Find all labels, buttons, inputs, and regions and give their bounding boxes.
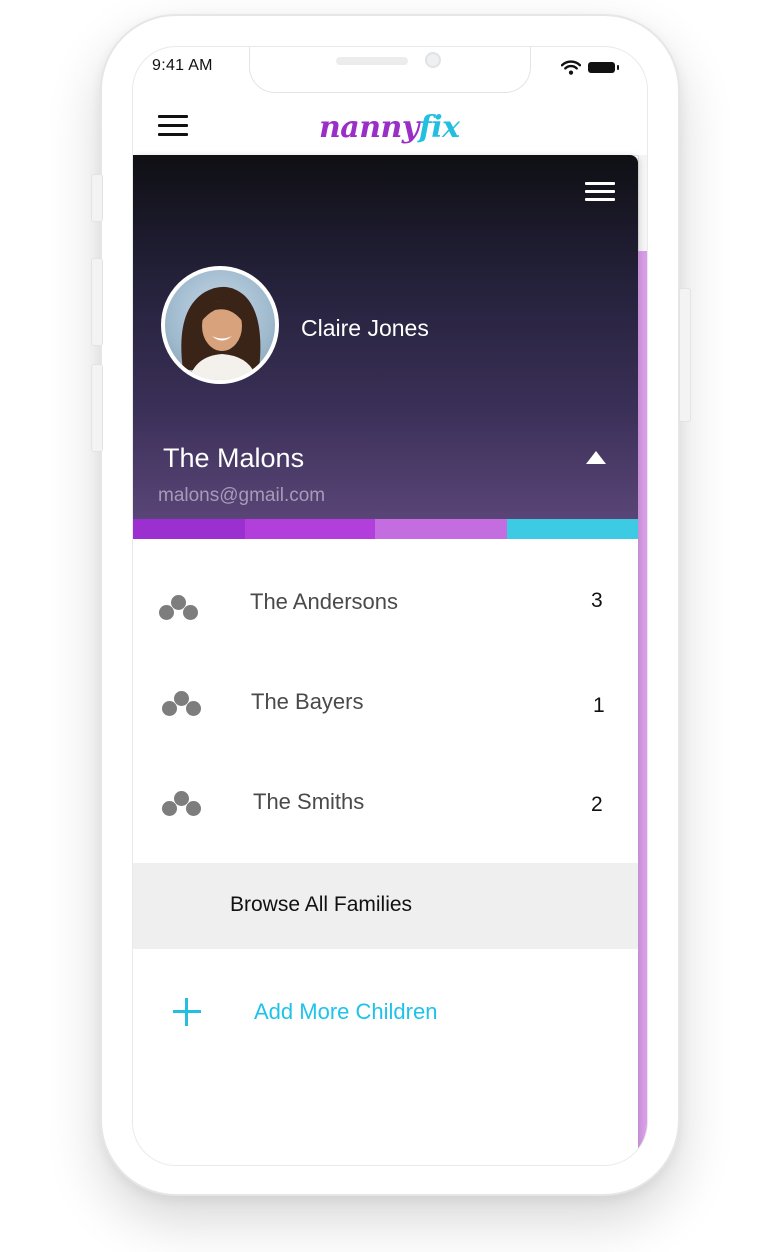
add-more-children-button[interactable]: Add More Children: [133, 981, 638, 1051]
avatar[interactable]: [161, 266, 279, 384]
current-family-name: The Malons: [163, 443, 305, 473]
navigation-drawer: Claire Jones The Malons malons@gmail.com…: [133, 155, 638, 1165]
family-group-icon: [162, 791, 204, 821]
notch: [249, 47, 531, 93]
speaker: [336, 57, 408, 65]
family-group-icon: [159, 595, 201, 625]
add-more-children-label: Add More Children: [254, 999, 438, 1024]
hamburger-menu-icon[interactable]: [158, 115, 188, 137]
user-name: Claire Jones: [301, 315, 429, 341]
color-segment: [375, 519, 507, 539]
battery-icon: [588, 62, 619, 73]
family-count: 2: [591, 793, 603, 816]
plus-icon: [173, 998, 201, 1026]
power-button: [679, 288, 691, 422]
screen: 9:41 AM nannyfix Claire Jones The Malons…: [132, 46, 648, 1166]
browse-all-families-button[interactable]: Browse All Families: [133, 863, 638, 949]
wifi-icon: [561, 60, 581, 75]
caret-up-icon[interactable]: [586, 451, 606, 464]
family-label: The Andersons: [250, 589, 398, 614]
color-segment: [507, 519, 638, 539]
family-label: The Bayers: [251, 689, 364, 714]
color-bar: [133, 519, 638, 539]
color-segment: [245, 519, 375, 539]
background-page-content: [638, 251, 647, 1165]
avatar-photo: [181, 286, 261, 380]
volume-down-button: [91, 364, 103, 452]
front-camera: [425, 52, 441, 68]
nannyfix-logo: nannyfix: [319, 110, 460, 145]
volume-up-button: [91, 258, 103, 346]
browse-all-families-label: Browse All Families: [230, 893, 413, 916]
family-row-andersons[interactable]: The Andersons 3: [133, 545, 638, 645]
family-row-bayers[interactable]: The Bayers 1: [133, 645, 638, 745]
status-time: 9:41 AM: [152, 57, 213, 74]
app-bar: nannyfix: [133, 103, 647, 156]
family-count: 3: [591, 589, 603, 612]
background-page-header: [638, 155, 647, 251]
family-count: 1: [593, 694, 605, 717]
drawer-header: Claire Jones The Malons malons@gmail.com: [133, 155, 638, 519]
family-group-icon: [162, 691, 204, 721]
drawer-menu-icon[interactable]: [585, 182, 615, 204]
family-row-smiths[interactable]: The Smiths 2: [133, 745, 638, 845]
color-segment: [133, 519, 245, 539]
family-label: The Smiths: [253, 789, 365, 814]
current-family-email: malons@gmail.com: [158, 485, 326, 506]
silent-switch: [91, 174, 103, 222]
